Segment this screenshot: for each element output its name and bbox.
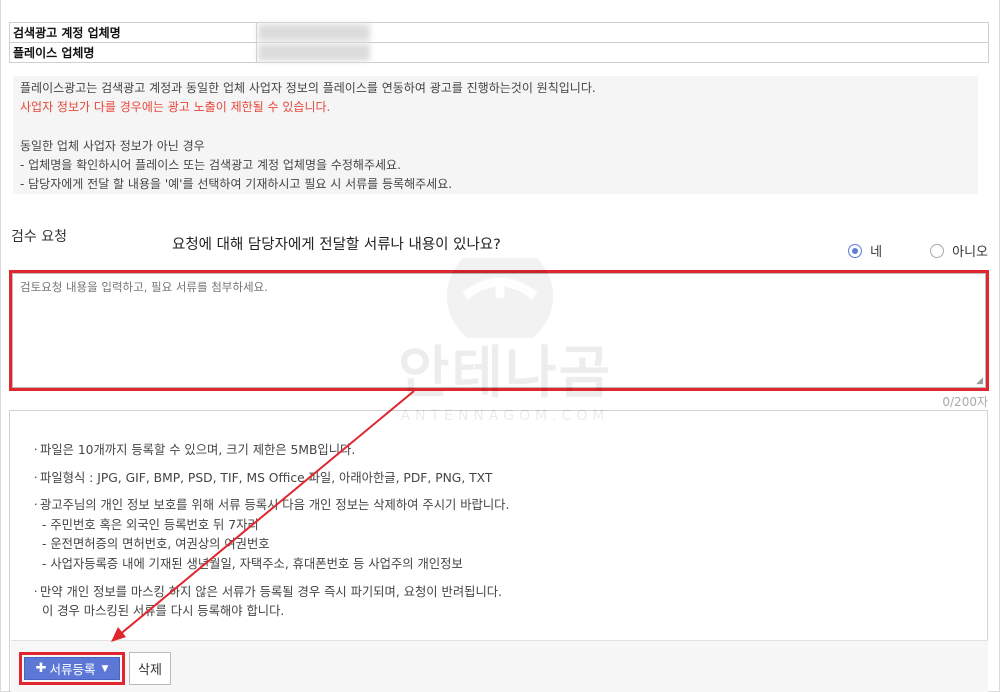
info-line: 플레이스광고는 검색광고 계정과 동일한 업체 사업자 정보의 플레이스를 연동… (20, 81, 596, 95)
table-row: 플레이스 업체명 (9, 42, 989, 63)
account-info-table: 검색광고 계정 업체명 플레이스 업체명 (9, 22, 989, 63)
review-request-label: 검수 요청 (11, 229, 67, 245)
notice-list: ㆍ파일은 10개까지 등록할 수 있으며, 크기 제한은 5MB입니다. ㆍ파일… (30, 441, 509, 622)
notice-box: ㆍ파일은 10개까지 등록할 수 있으며, 크기 제한은 5MB입니다. ㆍ파일… (9, 410, 988, 692)
blurred-value (258, 24, 370, 41)
info-warning: 사업자 정보가 다를 경우에는 광고 노출이 제한될 수 있습니다. (20, 100, 331, 115)
sub-list-item: - 운전면허증의 면허번호, 여권상의 여권번호 (42, 537, 270, 552)
list-item: ㆍ파일은 10개까지 등록할 수 있으며, 크기 제한은 5MB입니다. (30, 441, 509, 461)
review-radio-group: 네 아니오 (848, 241, 988, 260)
blurred-value (258, 44, 370, 61)
info-line: - 업체명을 확인하시어 플레이스 또는 검색광고 계정 업체명을 수정해주세요… (20, 158, 401, 173)
sub-list-item: - 주민번호 혹은 외국인 등록번호 뒤 7자리 (42, 517, 259, 532)
bullet-icon: ㆍ (30, 584, 42, 599)
list-item: ㆍ파일형식 : JPG, GIF, BMP, PSD, TIF, MS Offi… (30, 469, 509, 489)
notice-text: 파일형식 : JPG, GIF, BMP, PSD, TIF, MS Offic… (40, 470, 493, 485)
place-company-value (256, 42, 989, 63)
sub-list-item: - 사업자등록증 내에 기재된 생년월일, 자택주소, 휴대폰번호 등 사업주의… (42, 556, 463, 571)
place-company-label: 플레이스 업체명 (9, 42, 257, 63)
radio-yes[interactable]: 네 (848, 241, 882, 260)
bullet-icon: ㆍ (30, 443, 42, 457)
account-company-value (256, 22, 989, 43)
textarea-highlight: ◢ (9, 270, 989, 391)
char-counter: 0/200자 (942, 395, 988, 409)
list-item: ㆍ광고주님의 개인 정보 보호를 위해 서류 등록시 다음 개인 정보는 삭제하… (30, 496, 509, 516)
info-box: 플레이스광고는 검색광고 계정과 동일한 업체 사업자 정보의 플레이스를 연동… (13, 76, 978, 194)
info-line: 동일한 업체 사업자 정보가 아닌 경우 (20, 138, 205, 153)
register-highlight: ✚ 서류등록 ▼ (19, 652, 125, 685)
plus-icon: ✚ (35, 661, 47, 676)
account-company-label: 검색광고 계정 업체명 (9, 22, 257, 43)
table-row: 검색광고 계정 업체명 (9, 22, 989, 43)
radio-no-label: 아니오 (952, 245, 988, 260)
radio-selected-icon[interactable] (848, 243, 863, 258)
button-bar: ✚ 서류등록 ▼ 삭제 (11, 640, 988, 692)
radio-unselected-icon[interactable] (930, 243, 945, 258)
radio-yes-label: 네 (870, 245, 883, 260)
info-line: - 담당자에게 전달 할 내용을 '예'를 선택하여 기재하시고 필요 시 서류… (20, 177, 453, 192)
register-document-button[interactable]: ✚ 서류등록 ▼ (24, 657, 120, 680)
radio-no[interactable]: 아니오 (930, 241, 988, 260)
review-request-textarea[interactable] (12, 273, 986, 388)
delete-button[interactable]: 삭제 (129, 652, 171, 685)
review-question: 요청에 대해 담당자에게 전달할 서류나 내용이 있나요? (172, 237, 501, 253)
notice-text: 파일은 10개까지 등록할 수 있으며, 크기 제한은 5MB입니다. (40, 443, 356, 457)
notice-text: 만약 개인 정보를 마스킹 하지 않은 서류가 등록될 경우 즉시 파기되며, … (40, 584, 502, 599)
notice-text: 광고주님의 개인 정보 보호를 위해 서류 등록시 다음 개인 정보는 삭제하여… (40, 498, 510, 513)
register-button-label: 서류등록 (49, 662, 96, 677)
bullet-icon: ㆍ (30, 498, 42, 513)
list-item: ㆍ만약 개인 정보를 마스킹 하지 않은 서류가 등록될 경우 즉시 파기되며,… (30, 583, 509, 603)
sub-list-item: 이 경우 마스킹된 서류를 다시 등록해야 합니다. (42, 604, 285, 619)
bullet-icon: ㆍ (30, 470, 42, 485)
chevron-down-icon: ▼ (101, 663, 109, 674)
resize-grip-icon[interactable]: ◢ (976, 376, 983, 386)
